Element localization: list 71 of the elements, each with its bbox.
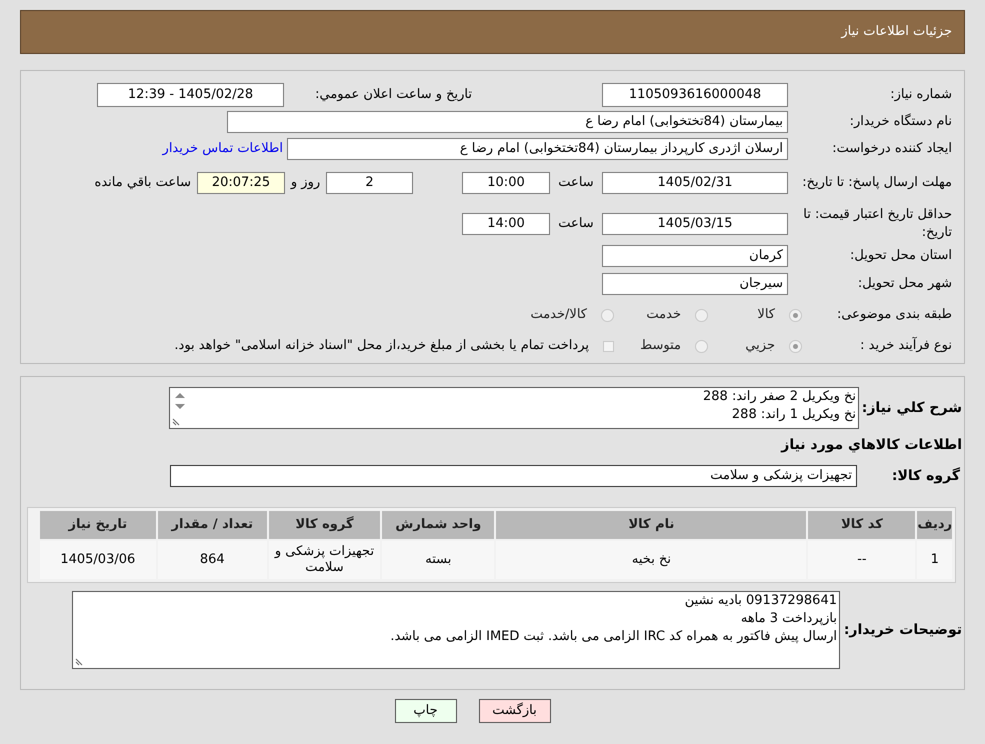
radio-button[interactable]: [601, 308, 614, 322]
table-cell: --: [808, 541, 916, 579]
checkbox[interactable]: [603, 340, 614, 352]
field-label: نوع فرآیند خرید :: [859, 336, 952, 356]
table-cell: نخ بخیه: [496, 541, 806, 579]
field-label: شهر محل تحویل:: [856, 275, 952, 294]
option-label: کالا: [757, 306, 775, 324]
field-label: طبقه بندی موضوعی:: [836, 306, 952, 324]
text-line: نخ ویکریل 1 راند: 288: [732, 406, 856, 424]
input-field[interactable]: ارسلان اژدری کارپرداز بیمارستان (84تختخوابی) امام رضا ع: [287, 138, 788, 160]
radio-button[interactable]: [789, 340, 802, 352]
input-field[interactable]: 1405/02/31: [602, 172, 788, 194]
input-field[interactable]: 20:07:25: [197, 172, 285, 194]
column-header: گروه کالا: [268, 511, 380, 539]
field-label: توضیحات خریدار:: [842, 620, 962, 640]
column-header: تاریخ نیاز: [40, 511, 156, 539]
field-label: نام دستگاه خریدار:: [848, 112, 952, 132]
input-field[interactable]: تجهیزات پزشکی و سلامت: [170, 465, 857, 487]
field-label: ایجاد کننده درخواست:: [831, 140, 952, 158]
input-field[interactable]: بیمارستان (84تختخوابی) امام رضا ع: [227, 111, 788, 133]
option-label: کالا/خدمت: [530, 306, 587, 324]
back-button[interactable]: بازگشت: [478, 699, 550, 723]
input-field[interactable]: 14:00: [462, 212, 550, 234]
option-label: خدمت: [646, 306, 681, 324]
field-label: روز و: [289, 174, 322, 192]
radio-button[interactable]: [695, 340, 708, 352]
note-text: پرداخت تمام یا بخشی از مبلغ خرید،از محل "اسناد خزانه اسلامی" خواهد بود.: [174, 337, 589, 356]
option-label: جزيي: [745, 337, 775, 356]
column-header: کد کالا: [808, 511, 916, 539]
page-title: جزئیات اطلاعات نیاز: [841, 23, 952, 42]
table-cell: بسته: [382, 541, 494, 579]
field-label: گروه کالا:: [890, 466, 961, 486]
input-field[interactable]: 1105093616000048: [602, 83, 788, 107]
resize-grip-icon[interactable]: [172, 418, 180, 426]
resize-grip-icon[interactable]: [75, 658, 83, 666]
scroll-arrows-icon[interactable]: [173, 390, 187, 412]
field-label: شرح كلي نياز:: [860, 398, 962, 418]
column-header: ردیف: [917, 511, 952, 539]
section-heading: اطلاعات كالاهاي مورد نياز: [780, 436, 962, 455]
table-cell: 864: [158, 541, 267, 579]
text-area[interactable]: 09137298641 بادیه نشین بازپرداخت 3 ماهه ارسال پیش فاکتور به همراه کد IRC الزامی می باشد. ثبت IMED الزامی می باشد.: [72, 591, 840, 669]
field-label: ساعت: [557, 214, 595, 233]
field-label: ساعت: [557, 174, 595, 192]
input-field[interactable]: کرمان: [602, 245, 788, 267]
column-header: تعداد / مقدار: [158, 511, 267, 539]
text-line: بازپرداخت 3 ماهه: [740, 610, 837, 628]
field-label: استان محل تحویل:: [849, 247, 952, 266]
text-line: ارسال پیش فاکتور به همراه کد IRC الزامی می باشد. ثبت IMED الزامی می باشد.: [390, 628, 837, 646]
input-field[interactable]: 1405/02/28 - 12:39: [97, 83, 284, 107]
radio-button[interactable]: [789, 308, 802, 322]
text-line: نخ ویکریل 2 صفر راند: 288: [702, 388, 856, 406]
input-field[interactable]: 10:00: [462, 172, 550, 194]
text-area[interactable]: نخ ویکریل 2 صفر راند: 288 نخ ویکریل 1 راند: 288: [169, 387, 859, 429]
field-label: مهلت ارسال پاسخ: تا تاریخ:: [801, 174, 952, 192]
input-field[interactable]: 2: [326, 172, 413, 194]
table-cell: 1405/03/06: [40, 541, 156, 579]
contact-link[interactable]: اطلاعات تماس خریدار: [162, 139, 283, 159]
table-cell: 1: [917, 541, 952, 579]
table-cell: تجهیزات پزشکی و سلامت: [268, 541, 380, 579]
column-header: واحد شمارش: [382, 511, 494, 539]
column-header: نام کالا: [496, 511, 806, 539]
text-line: 09137298641 بادیه نشین: [684, 592, 837, 610]
field-label: شماره نیاز:: [889, 86, 952, 104]
field-label: ساعت باقي مانده: [94, 174, 191, 192]
print-button[interactable]: چاپ: [394, 699, 456, 723]
input-field[interactable]: 1405/03/15: [602, 212, 788, 234]
radio-button[interactable]: [695, 308, 708, 322]
field-label: تاريخ و ساعت اعلان عمومي:: [314, 86, 472, 104]
field-label: حداقل تاریخ اعتبار قیمت: تا تاریخ:: [802, 206, 952, 242]
option-label: متوسط: [640, 337, 681, 356]
input-field[interactable]: سیرجان: [602, 273, 788, 295]
